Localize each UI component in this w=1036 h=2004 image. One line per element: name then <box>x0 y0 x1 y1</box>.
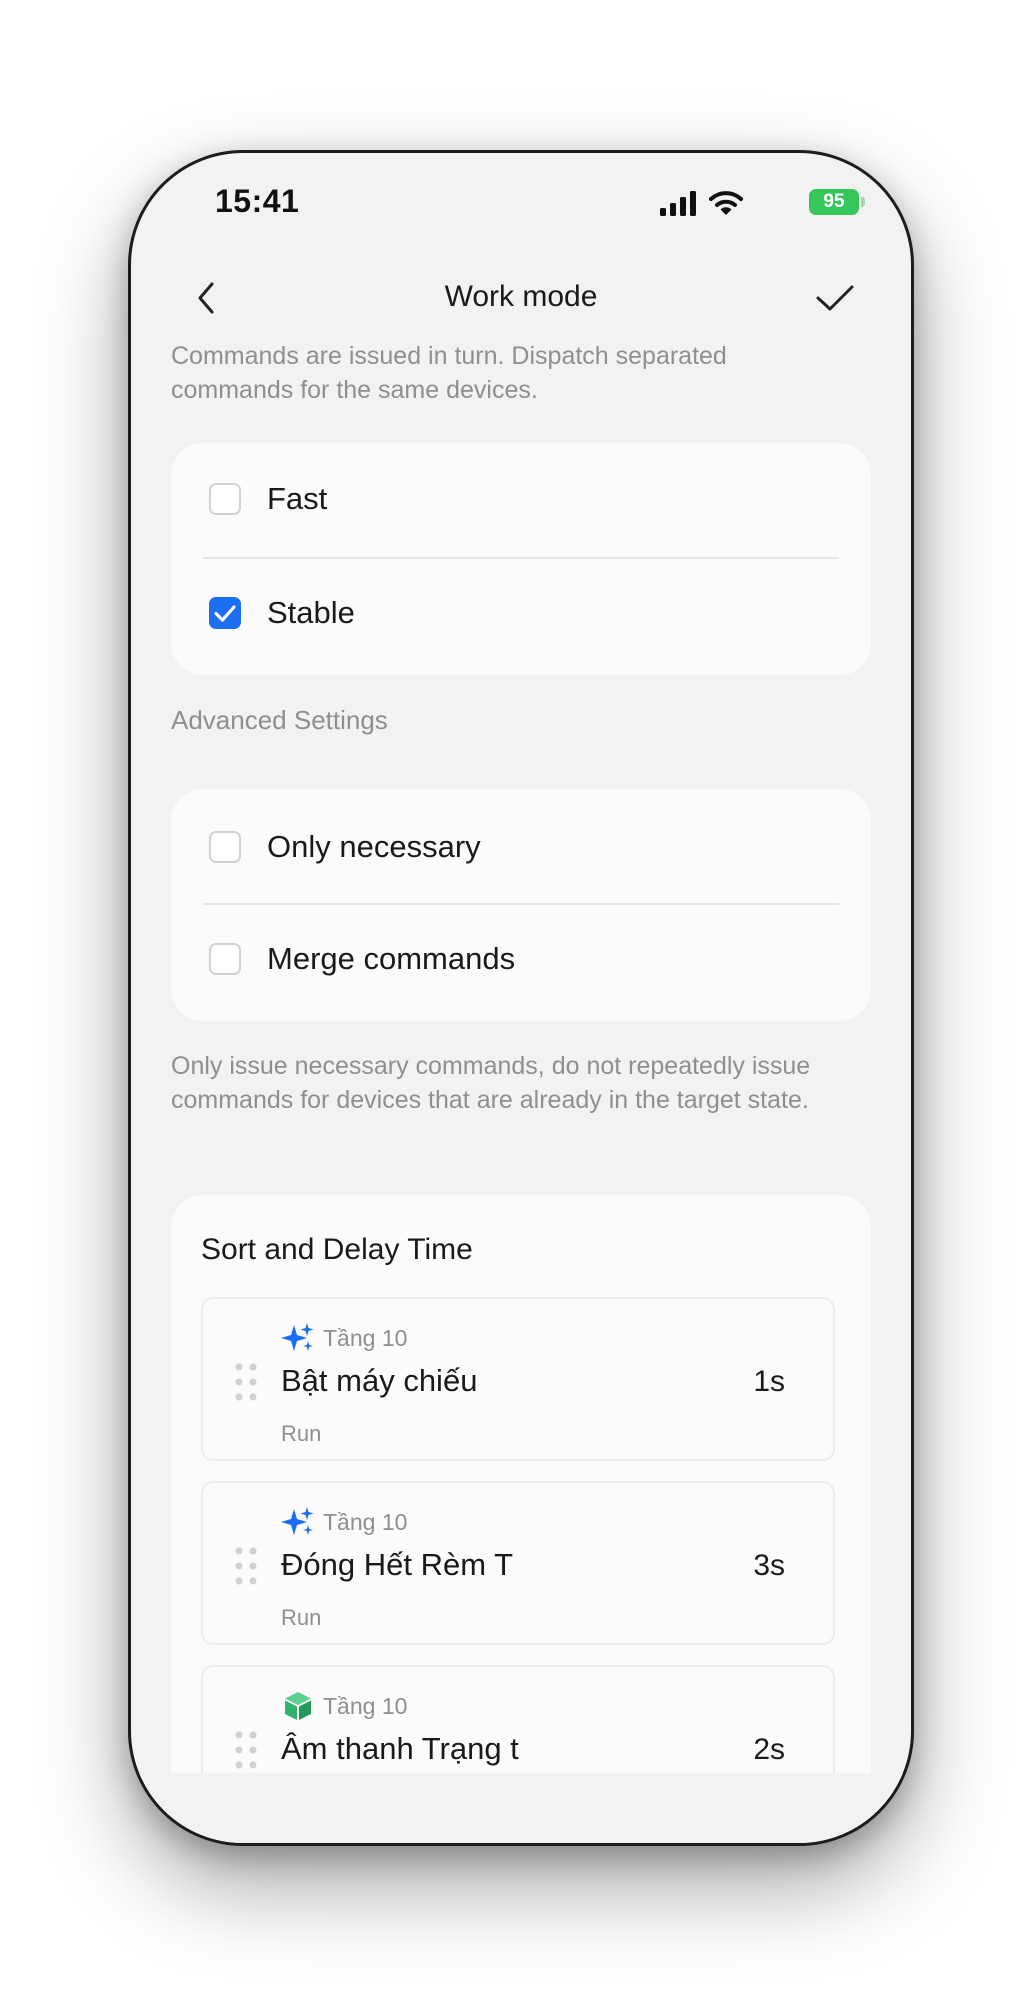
task-room: Tầng 10 <box>323 1509 408 1535</box>
option-label: Fast <box>267 481 328 516</box>
drag-handle-icon[interactable] <box>233 1361 259 1403</box>
stable-checkbox-checked[interactable] <box>209 597 241 629</box>
option-label: Only necessary <box>267 829 481 864</box>
mode-description: Commands are issued in turn. Dispatch se… <box>171 342 727 404</box>
task-name: Âm thanh Trạng t <box>281 1731 519 1766</box>
task-card[interactable]: Tầng 10 Đóng Hết Rèm T 3s Run <box>201 1481 835 1645</box>
task-action: Run <box>281 1421 322 1446</box>
bottom-safe-area <box>131 1773 911 1843</box>
signal-icon <box>660 191 696 216</box>
advanced-description: Only issue necessary commands, do not re… <box>171 1052 811 1114</box>
phone-frame: 15:41 95 Work mode Commands are issued i… <box>128 150 914 1846</box>
checkmark-icon[interactable] <box>811 276 859 320</box>
sort-delay-card: Sort and Delay Time Tầng 10 Bật máy chiế… <box>171 1195 871 1829</box>
option-label: Stable <box>267 595 355 630</box>
task-delay[interactable]: 2s <box>753 1733 785 1767</box>
nav-bar: Work mode <box>131 258 911 338</box>
advanced-options-card: Only necessary Merge commands <box>171 789 871 1021</box>
option-stable[interactable]: Stable <box>171 559 871 669</box>
drag-handle-icon[interactable] <box>233 1545 259 1587</box>
task-name: Đóng Hết Rèm T <box>281 1547 514 1582</box>
fast-checkbox[interactable] <box>209 483 241 515</box>
task-delay[interactable]: 1s <box>753 1365 785 1399</box>
option-label: Merge commands <box>267 941 516 976</box>
battery-icon: 95 <box>809 189 865 215</box>
battery-level: 95 <box>823 191 845 212</box>
sort-title: Sort and Delay Time <box>201 1233 473 1266</box>
battery-nub <box>861 197 865 207</box>
option-only-necessary[interactable]: Only necessary <box>171 793 871 903</box>
advanced-settings-title: Advanced Settings <box>171 705 388 735</box>
task-action: Run <box>281 1605 322 1630</box>
status-time: 15:41 <box>215 183 300 219</box>
task-room: Tầng 10 <box>323 1325 408 1351</box>
work-mode-screen: 15:41 95 Work mode Commands are issued i… <box>131 153 911 1843</box>
task-card[interactable]: Tầng 10 Bật máy chiếu 1s Run <box>201 1297 835 1461</box>
merge-commands-checkbox[interactable] <box>209 943 241 975</box>
only-necessary-checkbox[interactable] <box>209 831 241 863</box>
task-name: Bật máy chiếu <box>281 1363 478 1398</box>
check-icon <box>214 605 236 622</box>
cube-device-icon <box>285 1692 311 1720</box>
option-merge-commands[interactable]: Merge commands <box>171 905 871 1015</box>
option-fast[interactable]: Fast <box>171 445 871 555</box>
sparkle-scene-icon <box>281 1507 314 1535</box>
mode-options-card: Fast Stable <box>171 443 871 675</box>
sparkle-scene-icon <box>281 1323 314 1351</box>
page-title: Work mode <box>444 280 598 313</box>
task-room: Tầng 10 <box>323 1693 408 1719</box>
task-delay[interactable]: 3s <box>753 1549 785 1583</box>
drag-handle-icon[interactable] <box>233 1729 259 1771</box>
wifi-icon <box>709 191 743 215</box>
